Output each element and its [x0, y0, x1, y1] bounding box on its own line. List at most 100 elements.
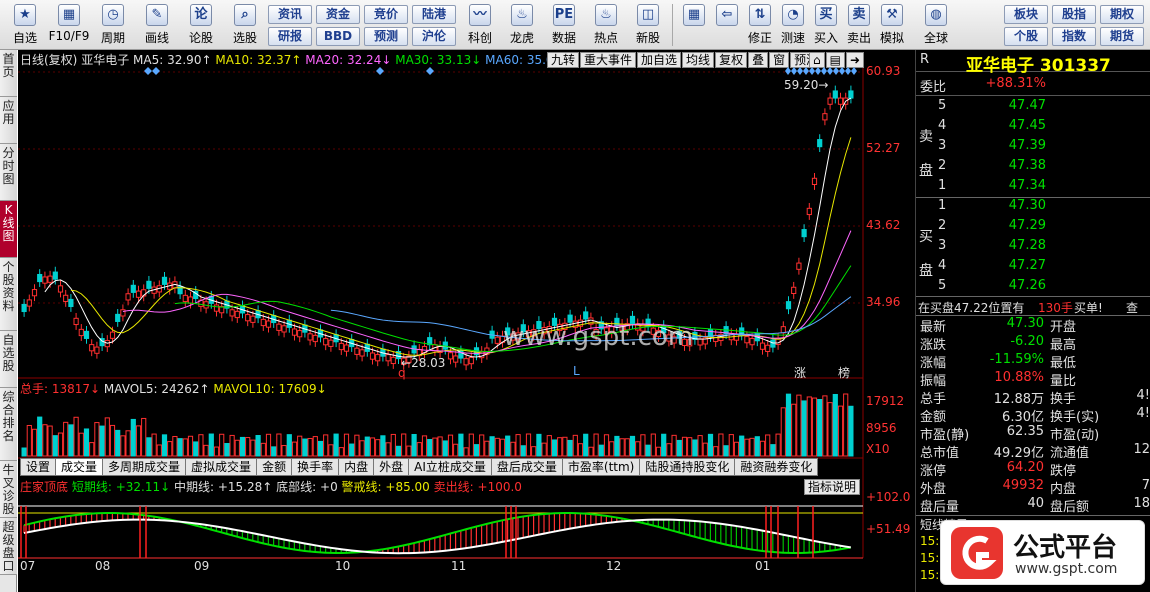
toolbar-small-button[interactable]: 资金: [316, 5, 360, 24]
toolbar-button-label: 画线: [144, 31, 169, 45]
toolbar-small-button[interactable]: BBD: [316, 27, 360, 46]
event-marker: [809, 67, 815, 75]
sell-level-row[interactable]: 2 47.38: [916, 158, 1150, 178]
left-tab[interactable]: 自选股: [0, 331, 17, 388]
indicator-tab[interactable]: 市盈率(ttm): [561, 458, 641, 476]
toolbar-button[interactable]: ▦: [678, 4, 710, 48]
chart-canvas: [18, 67, 864, 559]
indicator-tab[interactable]: 盘后成交量: [490, 458, 563, 476]
indicator-tab[interactable]: 陆股通持股变化: [639, 458, 736, 476]
volume-bar: [848, 405, 854, 457]
toolbar-small-button[interactable]: 竞价: [364, 5, 408, 24]
toolbar-button-label: 新股: [635, 31, 660, 45]
toolbar-small-button[interactable]: 个股: [1004, 27, 1048, 46]
left-tab[interactable]: 综合排名: [0, 388, 17, 461]
candle-body: [161, 276, 168, 285]
queue-row: 在买盘47.22位置有 130手 买单! 查: [916, 296, 1150, 316]
toolbar-small-button[interactable]: 陆港: [412, 5, 456, 24]
left-tab[interactable]: K线图: [0, 201, 17, 258]
volume-bar: [349, 443, 355, 457]
indicator-tab[interactable]: 多周期成交量: [102, 458, 187, 476]
toolbar-small-button[interactable]: 期货: [1100, 27, 1144, 46]
candle-body: [583, 311, 589, 320]
indicator-header: 庄家顶底 短期线: +32.11↓ 中期线: +15.28↑ 底部线: +0 警…: [20, 478, 522, 496]
toolbar-small-button[interactable]: 板块: [1004, 5, 1048, 24]
toolbar-button[interactable]: ⚒ 模拟: [876, 4, 908, 48]
toolbar-button[interactable]: ⌕ 选股: [224, 4, 266, 48]
buy-level-row[interactable]: 4 47.27: [916, 258, 1150, 278]
toolbar-button[interactable]: ✎ 画线: [136, 4, 178, 48]
indicator-help-label[interactable]: 指标说明: [804, 479, 861, 495]
indicator-tab[interactable]: 设置: [20, 458, 57, 476]
buy-level-row[interactable]: 3 47.28: [916, 238, 1150, 258]
left-tab[interactable]: 超级盘口: [0, 518, 17, 575]
toolbar-button[interactable]: ⇅ 修正: [744, 4, 776, 48]
toolbar-button[interactable]: ⇦: [711, 4, 743, 48]
volume-bar: [822, 395, 828, 457]
date-axis-label: 10: [335, 559, 351, 573]
toolbar-small-button[interactable]: 研报: [268, 27, 312, 46]
sell-level-row[interactable]: 3 47.39: [916, 138, 1150, 158]
toolbar-small-button[interactable]: 股指: [1052, 5, 1096, 24]
toolbar-button[interactable]: ◍ 全球: [920, 4, 952, 48]
toolbar-button[interactable]: PE 数据: [544, 4, 584, 48]
indicator-axis-label: +102.0: [866, 490, 911, 504]
queue-check[interactable]: 查: [1126, 299, 1138, 316]
toolbar-button[interactable]: ◔ 测速: [777, 4, 809, 48]
stat-label: 市盈(动): [1050, 428, 1100, 443]
volume-bar: [785, 393, 792, 457]
candle-body: [468, 356, 474, 365]
buy-level-row[interactable]: 5 47.26: [916, 278, 1150, 298]
toolbar-small-button[interactable]: 预测: [364, 27, 408, 46]
toolbar-button[interactable]: ♨ 热点: [586, 4, 626, 48]
sell-level: 4: [938, 118, 947, 133]
sell-level-row[interactable]: 5 47.47: [916, 98, 1150, 118]
candle-body: [359, 349, 365, 357]
toolbar-button[interactable]: ◷ 周期: [92, 4, 134, 48]
toolbar-button-label: 自选: [12, 31, 37, 45]
toolbar-button[interactable]: 卖卖出: [843, 4, 875, 48]
toolbar-separator: [672, 4, 673, 46]
toolbar-button[interactable]: 论论股: [180, 4, 222, 48]
candle-body: [811, 177, 818, 186]
left-tab[interactable]: 首页: [0, 50, 17, 97]
indicator-help-button[interactable]: 指标说明: [803, 479, 861, 495]
candle-body: [63, 294, 69, 302]
indicator-tab[interactable]: 融资融券变化: [734, 458, 819, 476]
left-tab[interactable]: 应用: [0, 97, 17, 144]
toolbar-button[interactable]: ◫ 新股: [628, 4, 668, 48]
sell-level-row[interactable]: 1 47.34: [916, 178, 1150, 198]
indicator-tab[interactable]: 虚拟成交量: [185, 458, 258, 476]
sell-level-row[interactable]: 4 47.45: [916, 118, 1150, 138]
toolbar-button[interactable]: ★ 自选: [4, 4, 46, 48]
volume-bar: [640, 434, 646, 457]
toolbar-button[interactable]: ▦ F10/F9: [48, 4, 90, 48]
kline-chart-area[interactable]: 日线(复权) 亚华电子 MA5: 32.90↑ MA10: 32.37↑ MA2…: [18, 50, 915, 592]
toolbar-button[interactable]: ♨ 龙虎: [502, 4, 542, 48]
left-tab[interactable]: 分时图: [0, 144, 17, 201]
indicator-tab[interactable]: 外盘: [373, 458, 410, 476]
toolbar-small-button[interactable]: 资讯: [268, 5, 312, 24]
volume-bar: [775, 433, 781, 457]
indicator-tab[interactable]: 成交量: [55, 458, 104, 476]
indicator-tab[interactable]: AI立桩成交量: [408, 458, 492, 476]
toolbar-small-button[interactable]: 指数: [1052, 27, 1096, 46]
price-axis-label: 34.96: [866, 295, 901, 309]
left-tab[interactable]: 牛叉诊股: [0, 461, 17, 518]
indicator-tab[interactable]: 内盘: [338, 458, 375, 476]
toolbar-button[interactable]: 〰科创: [460, 4, 500, 48]
stat-label: 流通值: [1050, 446, 1090, 461]
toolbar-button[interactable]: 买买入: [810, 4, 842, 48]
toolbar-small-button[interactable]: 沪伦: [412, 27, 456, 46]
indicator-tab[interactable]: 金额: [256, 458, 293, 476]
stat-label: 市盈(静): [920, 428, 970, 443]
toolbar-small-button[interactable]: 期权: [1100, 5, 1144, 24]
buy-level-row[interactable]: 1 47.30: [916, 198, 1150, 218]
left-tab[interactable]: 个股资料: [0, 258, 17, 331]
volume-bar: [63, 421, 69, 457]
volume-bar: [681, 436, 688, 457]
volume-bar: [676, 439, 682, 457]
indicator-tab[interactable]: 换手率: [291, 458, 340, 476]
candle-body: [832, 90, 838, 99]
buy-level-row[interactable]: 2 47.29: [916, 218, 1150, 238]
